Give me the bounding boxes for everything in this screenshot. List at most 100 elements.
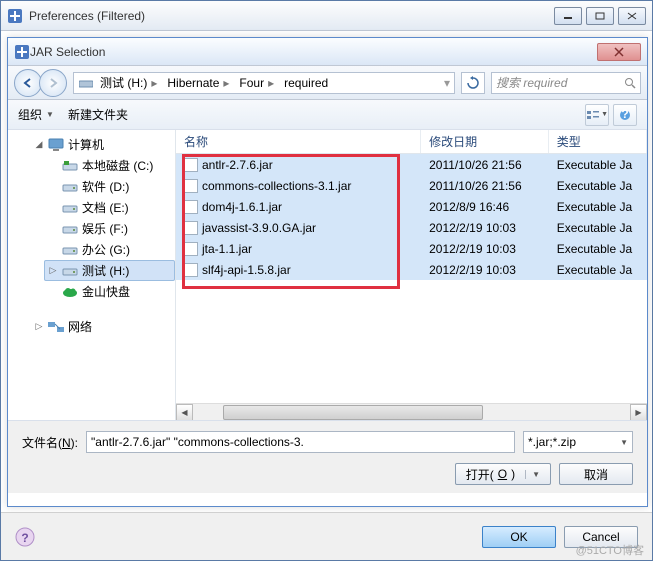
tree-item-0[interactable]: 本地磁盘 (C:) — [44, 155, 175, 176]
drive-icon — [62, 222, 78, 236]
jar-file-icon — [184, 263, 198, 277]
watermark: @51CTO博客 — [576, 542, 644, 558]
file-row[interactable]: commons-collections-3.1.jar2011/10/26 21… — [176, 175, 647, 196]
file-list-header: 名称 修改日期 类型 — [176, 130, 647, 154]
file-type: Executable Ja — [549, 179, 647, 193]
file-date: 2011/10/26 21:56 — [421, 158, 549, 172]
filename-input[interactable] — [86, 431, 515, 453]
drive-icon — [78, 76, 94, 90]
ok-button[interactable]: OK — [482, 526, 556, 548]
file-date: 2012/2/19 10:03 — [421, 242, 549, 256]
tree-item-4[interactable]: 办公 (G:) — [44, 239, 175, 260]
file-type: Executable Ja — [549, 200, 647, 214]
outer-titlebar[interactable]: Preferences (Filtered) — [1, 1, 652, 31]
file-list: 名称 修改日期 类型 antlr-2.7.6.jar 2011/10/26 21:… — [176, 130, 647, 420]
open-button[interactable]: 打开(O)▼ — [455, 463, 551, 485]
file-filter-select[interactable]: *.jar;*.zip▼ — [523, 431, 633, 453]
file-name: slf4j-api-1.5.8.jar — [202, 263, 291, 277]
file-row[interactable]: antlr-2.7.6.jar 2011/10/26 21:56Executabl… — [176, 154, 647, 175]
computer-icon — [48, 138, 64, 152]
help-button[interactable]: ? — [613, 104, 637, 126]
jar-file-icon — [184, 179, 198, 193]
search-placeholder: 搜索 required — [496, 74, 567, 91]
file-name: javassist-3.9.0.GA.jar — [202, 221, 316, 235]
horizontal-scrollbar[interactable]: ◀ ▶ — [176, 403, 647, 420]
tree-item-label: 软件 (D:) — [82, 178, 129, 195]
file-name: commons-collections-3.1.jar — [202, 179, 351, 193]
file-row[interactable]: slf4j-api-1.5.8.jar 2012/2/19 10:03Execut… — [176, 259, 647, 280]
crumb-1[interactable]: Hibernate▸ — [163, 76, 233, 90]
drive-icon — [62, 180, 78, 194]
network-icon — [48, 320, 64, 334]
tree-item-5[interactable]: ▷ 测试 (H:) — [44, 260, 175, 281]
tree-computer[interactable]: ◢ 计算机 — [30, 134, 175, 155]
svg-text:?: ? — [21, 531, 28, 545]
inner-titlebar[interactable]: JAR Selection — [8, 38, 647, 66]
view-options-button[interactable]: ▼ — [585, 104, 609, 126]
app-icon — [7, 8, 23, 24]
tree-item-3[interactable]: 娱乐 (F:) — [44, 218, 175, 239]
outer-window-controls — [554, 7, 646, 25]
close-button[interactable] — [618, 7, 646, 25]
refresh-button[interactable] — [461, 72, 485, 94]
drive-icon — [62, 201, 78, 215]
scroll-left-button[interactable]: ◀ — [176, 404, 193, 421]
file-row[interactable]: javassist-3.9.0.GA.jar2012/2/19 10:03Exe… — [176, 217, 647, 238]
file-date: 2012/2/19 10:03 — [421, 263, 549, 277]
tree-collapse-icon[interactable]: ◢ — [34, 139, 44, 150]
maximize-button[interactable] — [586, 7, 614, 25]
tree-item-label: 娱乐 (F:) — [82, 220, 128, 237]
tree-item-label: 本地磁盘 (C:) — [82, 157, 153, 174]
breadcrumb-dropdown-icon[interactable]: ▾ — [444, 76, 450, 90]
jar-file-icon — [184, 158, 198, 172]
cancel-button-inner[interactable]: 取消 — [559, 463, 633, 485]
organize-menu[interactable]: 组织▼ — [18, 106, 54, 123]
scroll-right-button[interactable]: ▶ — [630, 404, 647, 421]
nav-forward-button[interactable] — [39, 69, 67, 97]
scrollbar-thumb[interactable] — [223, 405, 483, 420]
search-input[interactable]: 搜索 required — [491, 72, 641, 94]
jar-file-icon — [184, 221, 198, 235]
outer-footer: ? OK Cancel — [1, 512, 652, 560]
file-type: Executable Ja — [549, 242, 647, 256]
column-name[interactable]: 名称 — [176, 130, 421, 153]
tree-item-label: 测试 (H:) — [82, 262, 129, 279]
nav-buttons — [14, 69, 67, 97]
tree-item-1[interactable]: 软件 (D:) — [44, 176, 175, 197]
minimize-button[interactable] — [554, 7, 582, 25]
help-icon[interactable]: ? — [15, 527, 35, 547]
preferences-window: Preferences (Filtered) JAR Selection 测试 … — [0, 0, 653, 561]
drive-icon — [62, 159, 78, 173]
nav-back-button[interactable] — [14, 69, 42, 97]
dialog-footer: 文件名(N): *.jar;*.zip▼ 打开(O)▼ 取消 — [8, 420, 647, 493]
file-type: Executable Ja — [549, 221, 647, 235]
crumb-3[interactable]: required — [280, 76, 332, 90]
sidebar-tree[interactable]: ◢ 计算机 本地磁盘 (C:) 软件 (D:) 文档 (E:) 娱乐 (F:) 办公 (… — [8, 130, 176, 420]
column-type[interactable]: 类型 — [549, 130, 647, 153]
tree-expand-icon[interactable]: ▷ — [34, 321, 44, 332]
filename-label: 文件名(N): — [22, 434, 78, 451]
jar-file-icon — [184, 200, 198, 214]
tree-item-6[interactable]: 金山快盘 — [44, 281, 175, 302]
file-row[interactable]: dom4j-1.6.1.jar2012/8/9 16:46Executable … — [176, 196, 647, 217]
dialog-icon — [14, 44, 30, 60]
navbar: 测试 (H:)▸ Hibernate▸ Four▸ required ▾ 搜索 … — [8, 66, 647, 100]
inner-title: JAR Selection — [30, 45, 597, 59]
crumb-2[interactable]: Four▸ — [235, 76, 278, 90]
tree-network[interactable]: ▷ 网络 — [30, 316, 175, 337]
tree-item-label: 办公 (G:) — [82, 241, 130, 258]
tree-item-2[interactable]: 文档 (E:) — [44, 197, 175, 218]
breadcrumb[interactable]: 测试 (H:)▸ Hibernate▸ Four▸ required ▾ — [73, 72, 455, 94]
crumb-root[interactable]: 测试 (H:)▸ — [96, 74, 161, 91]
jar-file-icon — [184, 242, 198, 256]
inner-close-button[interactable] — [597, 43, 641, 61]
file-row[interactable]: jta-1.1.jar2012/2/19 10:03Executable Ja — [176, 238, 647, 259]
new-folder-button[interactable]: 新建文件夹 — [68, 106, 128, 123]
file-type: Executable Ja — [549, 263, 647, 277]
column-date[interactable]: 修改日期 — [421, 130, 549, 153]
file-name: antlr-2.7.6.jar — [202, 158, 273, 172]
file-rows[interactable]: antlr-2.7.6.jar2011/10/26 21:56Executabl… — [176, 154, 647, 280]
tree-expand-icon[interactable]: ▷ — [48, 265, 58, 276]
tree-item-label: 文档 (E:) — [82, 199, 129, 216]
file-type: Executable Ja — [549, 158, 647, 172]
